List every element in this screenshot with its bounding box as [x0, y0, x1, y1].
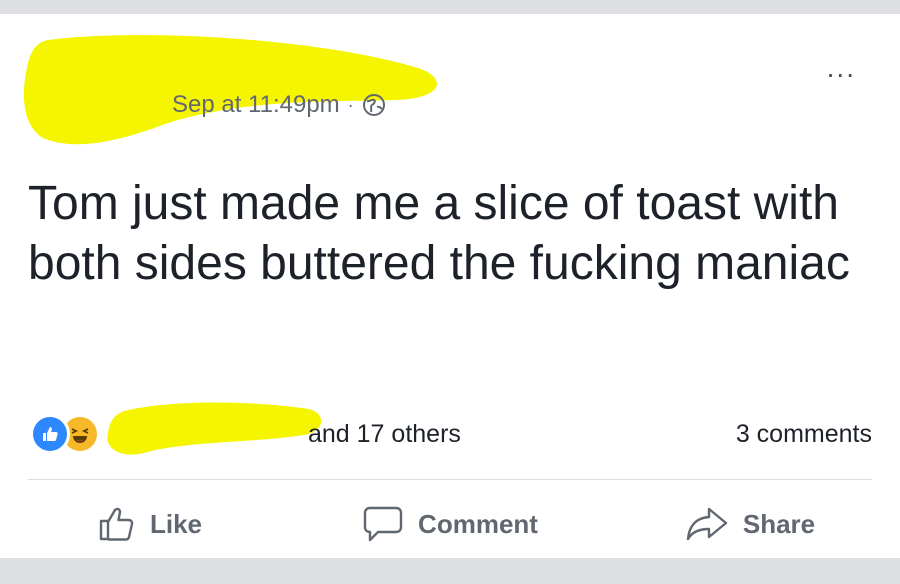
- redacted-author-name: [23, 35, 437, 145]
- reaction-icons[interactable]: [30, 414, 100, 454]
- share-arrow-icon: [686, 507, 728, 541]
- comment-count[interactable]: 3 comments: [736, 420, 872, 449]
- thumbs-up-icon: [99, 507, 134, 541]
- post-body-text: Tom just made me a slice of toast with b…: [28, 177, 850, 290]
- share-button[interactable]: Share: [600, 500, 900, 548]
- action-bar: Like Comment Share: [0, 500, 900, 548]
- like-label: Like: [149, 508, 203, 539]
- post-card: ... Sep at 11:49pm · Tom just made me a …: [0, 14, 900, 558]
- meta-separator: ·: [347, 94, 354, 115]
- more-options-button[interactable]: ...: [827, 54, 856, 82]
- post-meta: Sep at 11:49pm ·: [172, 91, 386, 119]
- globe-icon[interactable]: [362, 93, 386, 117]
- like-icon: [30, 414, 70, 454]
- comment-button[interactable]: Comment: [300, 500, 600, 548]
- post-timestamp[interactable]: Sep at 11:49pm: [172, 91, 340, 119]
- reaction-summary[interactable]: and 17 others: [308, 420, 461, 449]
- share-label: Share: [742, 508, 816, 539]
- page: ... Sep at 11:49pm · Tom just made me a …: [0, 0, 900, 584]
- divider: [28, 479, 872, 480]
- like-button[interactable]: Like: [0, 500, 300, 548]
- redacted-reactor-names: [107, 402, 322, 455]
- comment-label: Comment: [418, 508, 538, 539]
- speech-bubble-icon: [363, 506, 403, 542]
